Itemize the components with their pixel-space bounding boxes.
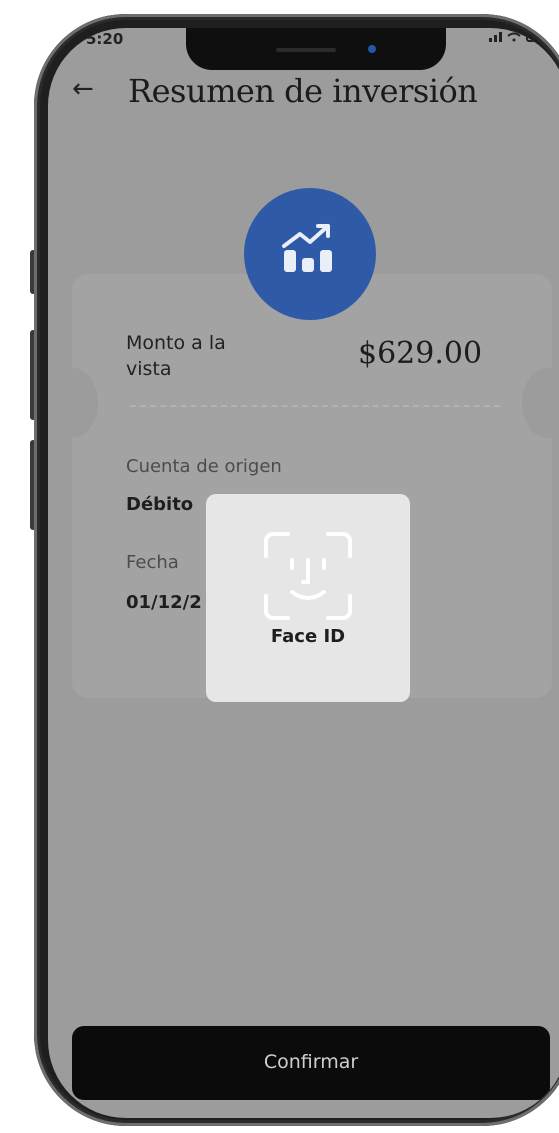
- arrow-left-icon: ←: [72, 74, 94, 104]
- confirm-button[interactable]: Confirmar: [72, 1026, 550, 1100]
- ticket-notch-left: [48, 368, 98, 438]
- faceid-label: Face ID: [270, 626, 346, 647]
- amount-value: $629.00: [358, 336, 483, 371]
- page-title: Resumen de inversión: [128, 72, 478, 110]
- origin-value: Débito: [126, 494, 194, 515]
- date-label: Fecha: [126, 552, 179, 573]
- date-value: 01/12/2: [126, 592, 202, 613]
- device-notch: [186, 28, 446, 70]
- face-id-icon: [264, 532, 352, 620]
- investment-chart-icon: [282, 224, 332, 272]
- screen: 5:20 ← Resumen de inversión Monto a la v…: [48, 28, 559, 1118]
- back-button[interactable]: ←: [72, 74, 94, 104]
- faceid-dialog: Face ID: [206, 494, 410, 702]
- speaker: [276, 48, 336, 52]
- divider: [130, 405, 500, 407]
- wifi-icon: [507, 32, 521, 42]
- amount-label: Monto a la vista: [126, 332, 226, 380]
- status-time: 5:20: [86, 30, 124, 48]
- signal-icon: [489, 32, 502, 42]
- battery-icon: [526, 32, 548, 42]
- investment-badge: [244, 188, 376, 320]
- origin-label: Cuenta de origen: [126, 456, 282, 477]
- camera: [368, 45, 376, 53]
- status-icons: [489, 32, 548, 42]
